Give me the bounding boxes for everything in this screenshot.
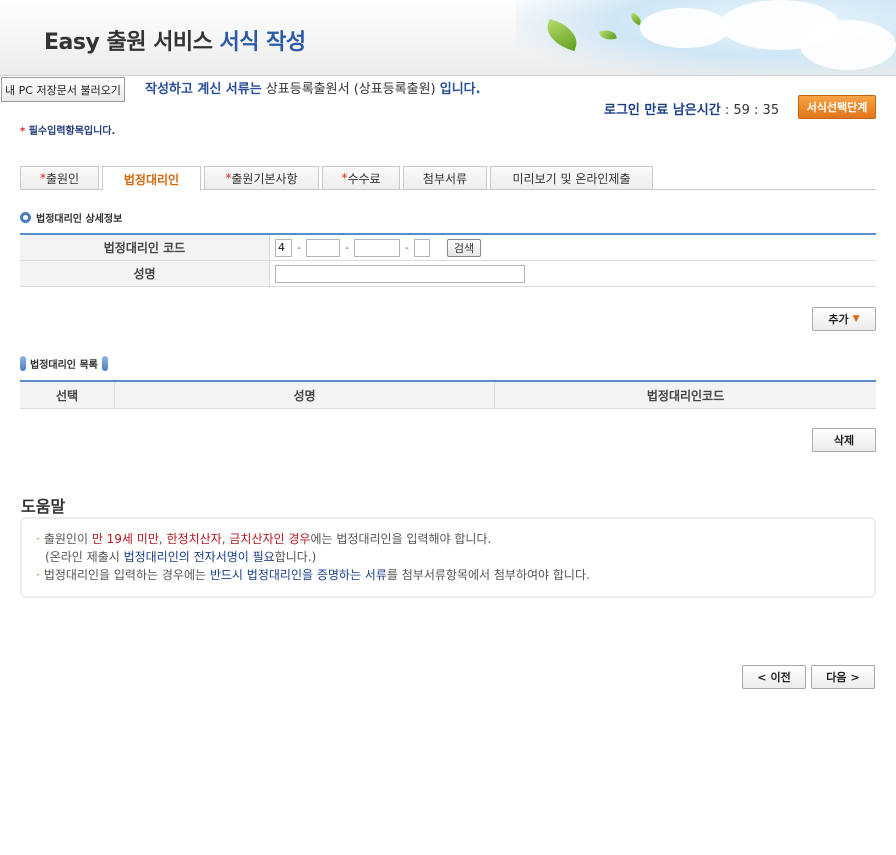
tab-attachments[interactable]: 첨부서류 (403, 166, 487, 189)
code-part3-input[interactable] (353, 238, 400, 257)
chevron-left-icon: < (757, 670, 767, 684)
table-header-row: 선택 성명 법정대리인코드 (20, 382, 876, 409)
required-note: * 필수입력항목입니다. (20, 126, 116, 137)
tab-fees[interactable]: * 수수료 (322, 166, 400, 189)
column-header-code: 법정대리인코드 (646, 388, 725, 403)
name-input[interactable] (275, 264, 525, 283)
help-line-1: · 출원인이 만 19세 미만, 한정치산자, 금치산자인 경우에는 법정대리인을… (36, 532, 492, 546)
cloud-decoration (640, 8, 730, 48)
detail-section-title: 법정대리인 상세정보 (20, 210, 122, 225)
help-box: · 출원인이 만 19세 미만, 한정치산자, 금치산자인 경우에는 법정대리인을… (20, 517, 876, 598)
search-button[interactable]: 검색 (446, 238, 481, 257)
column-header-name: 성명 (115, 382, 495, 408)
header-banner: Easy 출원 서비스 서식 작성 (0, 0, 896, 76)
code-row: 법정대리인 코드 - - - 검색 (20, 235, 876, 261)
name-label: 성명 (20, 261, 270, 286)
representative-list-table: 선택 성명 법정대리인코드 (20, 380, 876, 409)
chevron-down-icon: ▼ (852, 314, 860, 324)
document-info: 작성하고 계신 서류는 상표등록출원서 (상표등록출원) 입니다. (145, 82, 481, 97)
code-label: 법정대리인 코드 (20, 235, 270, 260)
delete-button[interactable]: 삭제 (812, 428, 876, 452)
tab-legal-representative[interactable]: 법정대리인 (102, 166, 201, 191)
next-button[interactable]: 다음 > (811, 665, 875, 689)
name-row: 성명 (20, 261, 876, 287)
tab-bar: * 출원인 법정대리인 * 출원기본사항 * 수수료 첨부서류 미리보기 및 온라인제… (20, 166, 876, 191)
cloud-decoration (800, 20, 896, 70)
chevron-right-icon: > (850, 670, 860, 684)
session-timer: 로그인 만료 남은시간 : 59 : 35 (604, 103, 780, 118)
tab-application-basics[interactable]: * 출원기본사항 (204, 166, 319, 189)
tab-preview-submit[interactable]: 미리보기 및 온라인제출 (490, 166, 653, 189)
form-select-step-button[interactable]: 서식선택단계 (798, 95, 876, 119)
help-line-2: (온라인 제출시 법정대리인의 전자서명이 필요합니다.) (45, 550, 317, 564)
code-part4-input[interactable] (413, 238, 430, 257)
pill-right-icon (101, 356, 108, 371)
list-section-title: 법정대리인 목록 (20, 356, 108, 371)
help-line-3: · 법정대리인을 입력하는 경우에는 반드시 법정대리인을 증명하는 서류를 첨부… (36, 568, 590, 582)
pill-left-icon (20, 356, 26, 371)
load-local-document-button[interactable]: 내 PC 저장문서 불러오기 (1, 77, 125, 102)
prev-button[interactable]: < 이전 (742, 665, 806, 689)
circle-bullet-icon (20, 212, 31, 223)
add-button[interactable]: 추가 ▼ (812, 307, 876, 331)
tab-applicant[interactable]: * 출원인 (20, 166, 99, 189)
page-title: Easy 출원 서비스 서식 작성 (44, 30, 306, 55)
column-header-select: 선택 (20, 382, 115, 408)
help-title: 도움말 (21, 497, 66, 516)
code-part1-input[interactable] (275, 238, 292, 257)
code-part2-input[interactable] (305, 238, 340, 257)
detail-form-table: 법정대리인 코드 - - - 검색 성명 (20, 233, 876, 287)
